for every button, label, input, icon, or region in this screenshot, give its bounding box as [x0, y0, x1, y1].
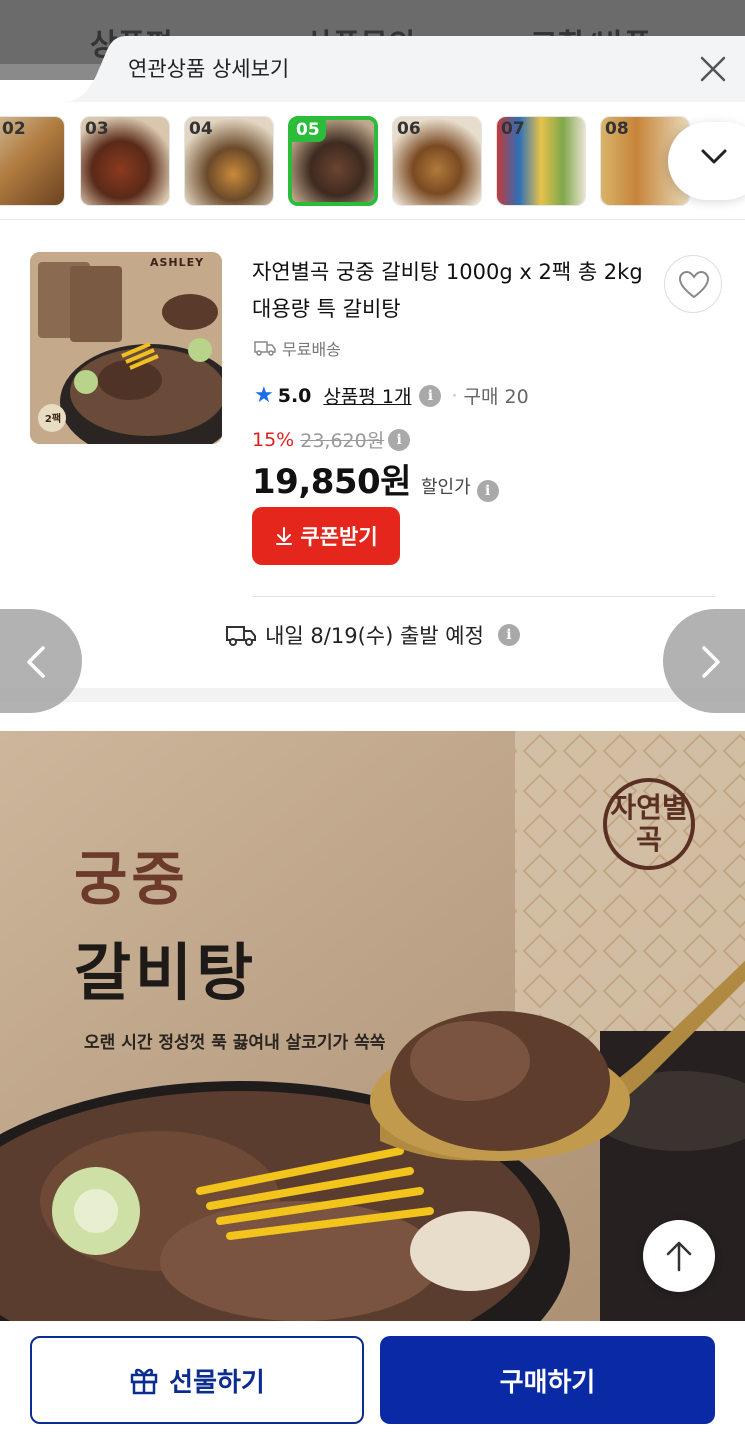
thumbnail-number: 02: [2, 119, 26, 139]
sale-price: 19,850원: [252, 462, 411, 502]
related-thumbnail-strip[interactable]: 02 03 04 05 06 07 08: [0, 102, 745, 220]
expand-thumbnails-button[interactable]: [668, 122, 745, 200]
banner-subtitle: 오랜 시간 정성껏 푹 끓여내 살코기가 쏙쏙: [84, 1033, 386, 1053]
close-button[interactable]: [696, 52, 730, 86]
chevron-right-icon: [702, 646, 720, 678]
delivery-info: 내일 8/19(수) 출발 예정 i: [0, 620, 745, 650]
info-icon[interactable]: i: [476, 480, 499, 502]
thumbnail-number: 08: [605, 119, 629, 139]
brand-logo-text: 자연별곡: [610, 791, 688, 856]
delivery-text: 내일 8/19(수) 출발 예정: [265, 624, 484, 648]
thumbnail-number: 06: [397, 119, 421, 139]
thumbnail-item[interactable]: 02: [0, 116, 65, 206]
gift-icon: [130, 1368, 158, 1395]
info-icon[interactable]: i: [497, 624, 520, 646]
close-icon: [700, 56, 726, 82]
separator-dot: ·: [451, 384, 458, 407]
screen: 상품평 상품문의 교환/반품 연관상품 상세보기 02 03 04 05: [0, 0, 745, 1440]
banner-title-line2: 갈비탕: [74, 936, 258, 1009]
rating-row: ★ 5.0 상품평 1개 i · 구매 20: [254, 382, 529, 409]
chevron-left-icon: [27, 646, 45, 678]
gift-label: 선물하기: [169, 1367, 265, 1398]
section-gap: [0, 688, 745, 702]
coupon-button[interactable]: 쿠폰받기: [252, 507, 400, 565]
discount-row: 15% 23,620원 i: [252, 426, 411, 453]
related-header: [0, 36, 745, 102]
info-icon[interactable]: i: [388, 428, 411, 451]
thumbnail-number: 04: [189, 119, 213, 139]
product-image[interactable]: ASHLEY 2팩: [30, 252, 222, 444]
review-link[interactable]: 상품평 1개: [323, 382, 411, 409]
gift-button[interactable]: 선물하기: [30, 1336, 364, 1424]
banner-title-line1: 궁중: [74, 845, 189, 913]
product-pack-badge: 2팩: [44, 414, 62, 425]
price-label: 할인가: [420, 477, 471, 498]
thumbnail-item[interactable]: 03: [80, 116, 170, 206]
heart-icon: [678, 270, 710, 299]
product-brand-badge: ASHLEY: [150, 256, 205, 269]
header-tab-shape: [60, 36, 745, 102]
truck-icon: [226, 626, 257, 646]
thumbnail-number: 07: [501, 119, 525, 139]
rating-score: 5.0: [277, 384, 312, 407]
divider: [252, 596, 715, 597]
price-row: 19,850원 할인가 i: [252, 454, 499, 503]
discount-percent: 15%: [252, 428, 295, 451]
shipping-label: 무료배송: [282, 340, 341, 359]
buy-button[interactable]: 구매하기: [380, 1336, 715, 1424]
purchase-count: 구매 20: [463, 386, 529, 408]
brand-logo: 자연별곡: [603, 778, 695, 870]
scroll-to-top-button[interactable]: [643, 1220, 715, 1292]
arrow-up-icon: [666, 1241, 692, 1272]
buy-label: 구매하기: [499, 1367, 596, 1398]
original-price: 23,620원: [300, 430, 385, 452]
shipping-info: 무료배송: [254, 336, 341, 360]
product-title[interactable]: 자연별곡 궁중 갈비탕 1000g x 2팩 총 2kg 대용량 특 갈비탕: [252, 254, 652, 328]
truck-icon: [254, 341, 276, 356]
thumbnail-item[interactable]: 06: [392, 116, 482, 206]
chevron-down-icon: [701, 149, 727, 164]
coupon-label: 쿠폰받기: [300, 525, 378, 549]
thumbnail-number: 05: [292, 120, 326, 142]
download-icon: [276, 527, 293, 545]
wishlist-button[interactable]: [664, 255, 722, 313]
thumbnail-item[interactable]: 04: [184, 116, 274, 206]
info-icon[interactable]: i: [419, 384, 442, 407]
bottom-action-bar: 선물하기 구매하기: [0, 1321, 745, 1440]
related-title: 연관상품 상세보기: [128, 57, 290, 81]
star-icon: ★: [254, 383, 274, 408]
thumbnail-item-active[interactable]: 05: [288, 116, 378, 206]
thumbnail-number: 03: [85, 119, 109, 139]
thumbnail-item[interactable]: 07: [496, 116, 586, 206]
